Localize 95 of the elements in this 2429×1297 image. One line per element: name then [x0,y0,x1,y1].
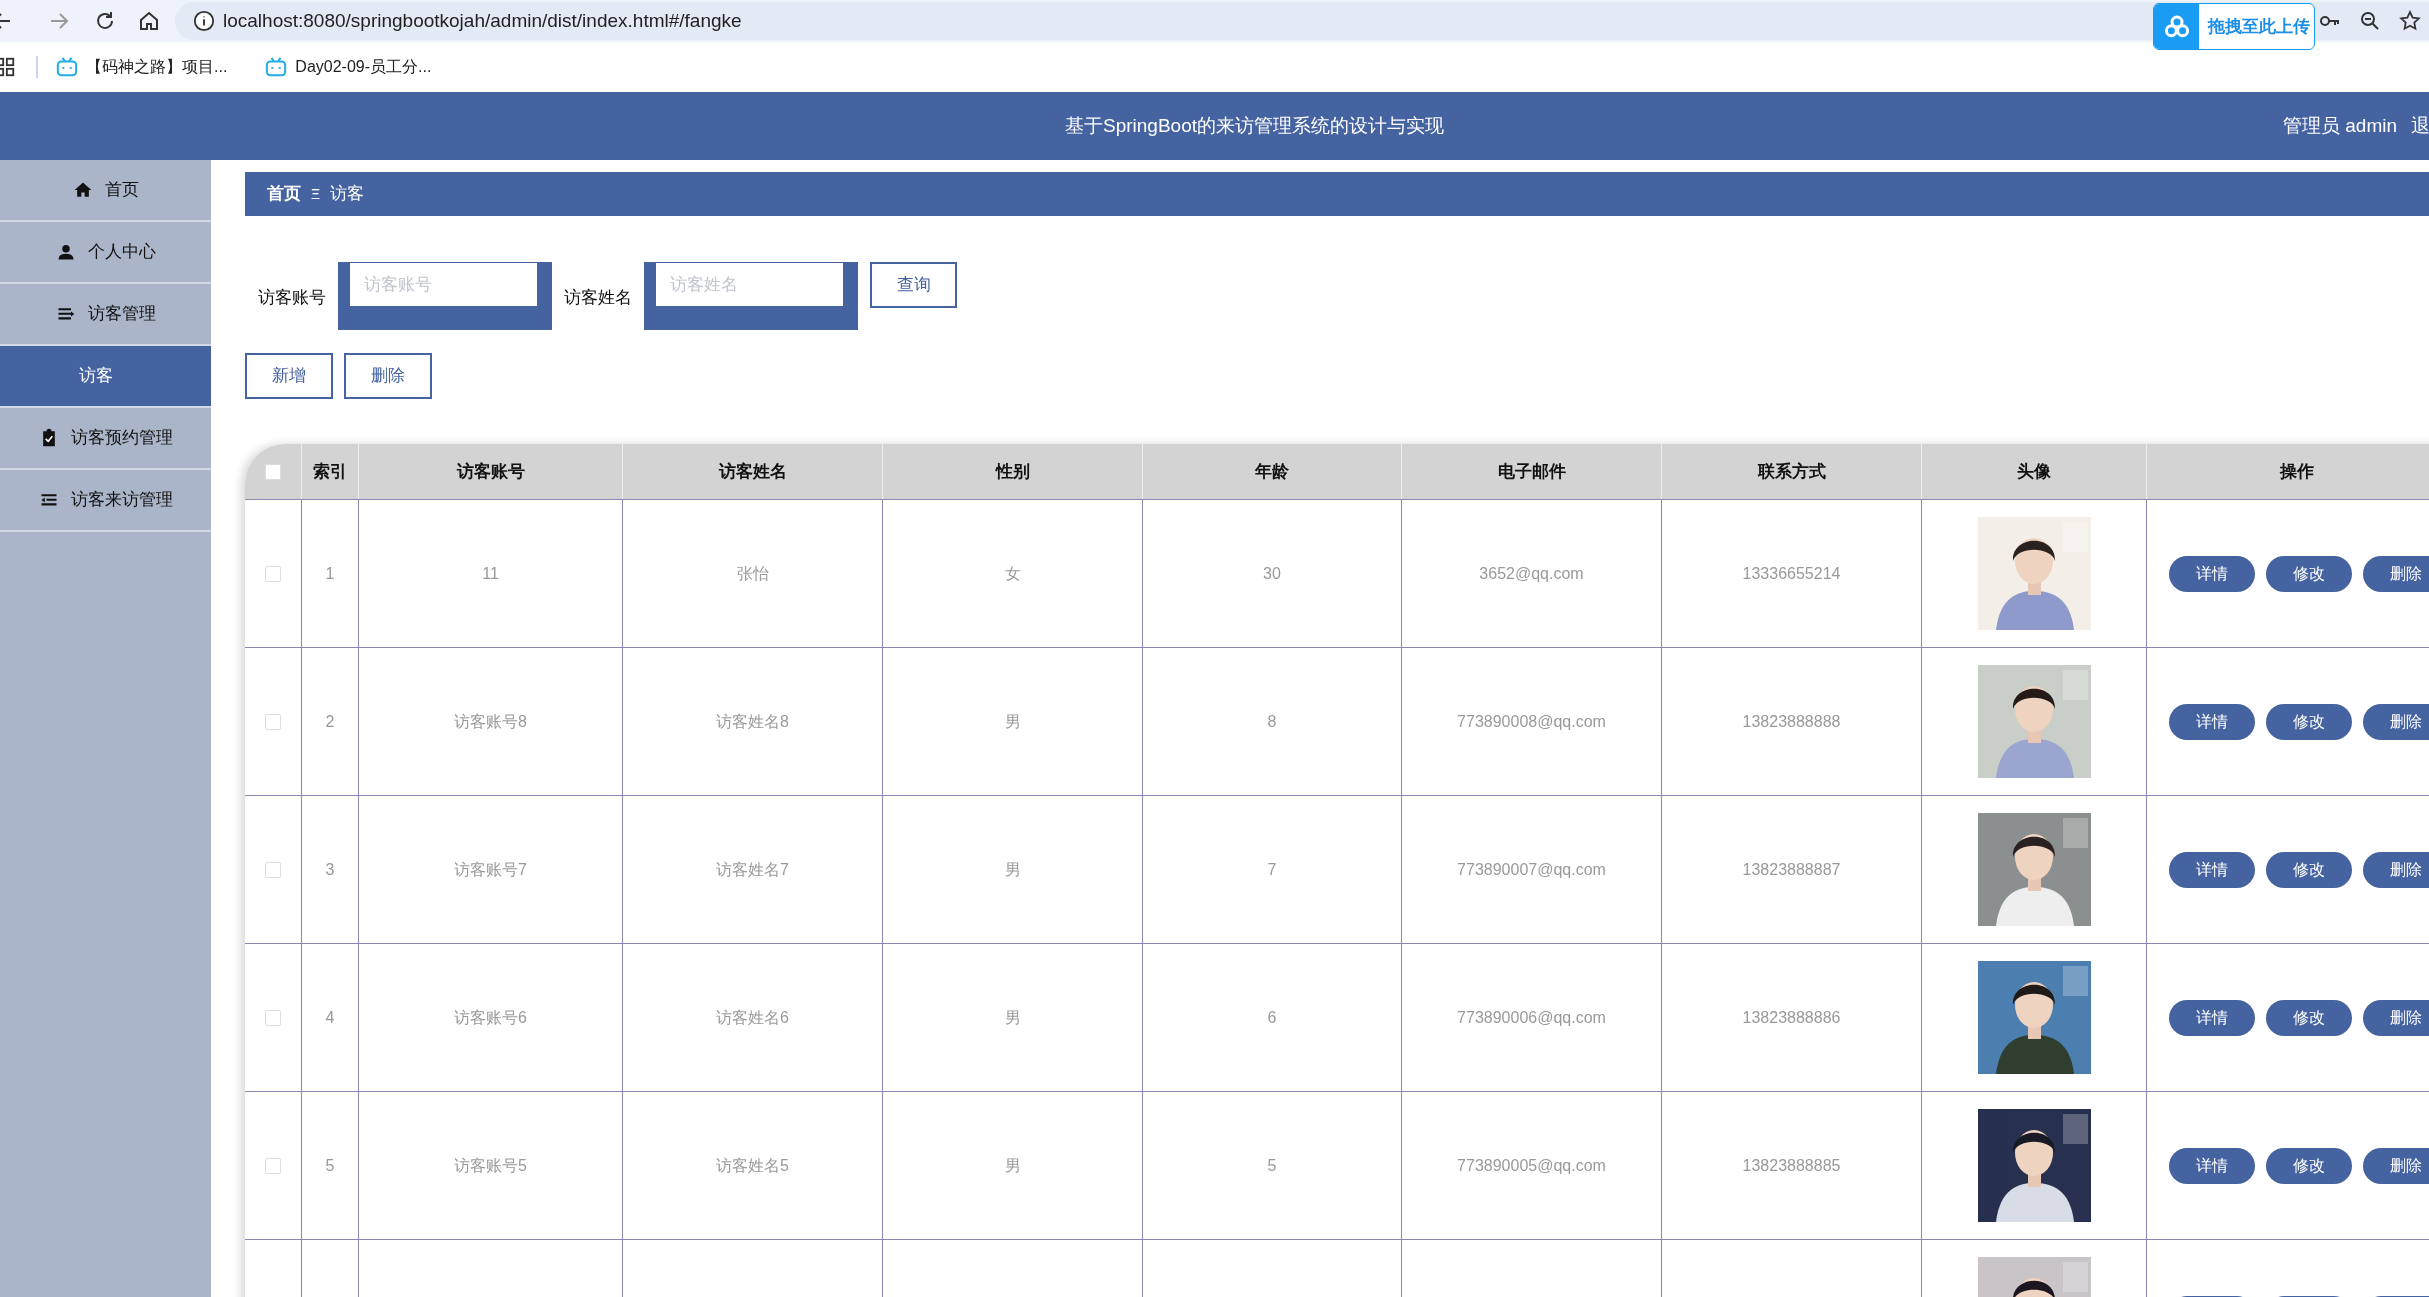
table-cell-text: 访客姓名8 [716,711,789,732]
table-cell-text: 男 [1004,1155,1021,1176]
row-checkbox[interactable] [265,565,281,582]
home-icon [72,180,93,200]
table-cell-text: 访客账号5 [454,1155,527,1176]
row-checkbox[interactable] [265,1009,281,1026]
table-cell-text: 女 [1004,563,1021,584]
table-cell-text: 男 [1004,711,1021,732]
field-label: 访客姓名 [564,287,632,309]
sidebar-item[interactable]: 访客预约管理 [0,408,211,470]
table-cell-text: 访客账号7 [454,859,527,880]
column-header: 头像 [2017,460,2051,483]
table-cell-text: 13823888887 [1742,859,1841,880]
delete-row-button[interactable]: 删除 [2363,851,2429,888]
edit-button[interactable]: 修改 [2266,703,2352,740]
search-field[interactable]: 访客姓名 [644,262,858,330]
column-header: 操作 [2279,460,2314,483]
detail-button[interactable]: 详情 [2169,999,2255,1036]
edit-button[interactable]: 修改 [2266,851,2352,888]
edit-button[interactable]: 修改 [2266,1147,2352,1184]
apps-grid-icon[interactable] [0,56,16,78]
star-icon[interactable] [2398,9,2422,33]
table-cell-text: 7 [1267,859,1277,880]
table-cell-text: 773890008@qq.com [1457,711,1606,732]
index-cell-text: 3 [325,859,335,880]
table-cell-text: 13823888885 [1742,1155,1841,1176]
delete-row-button[interactable]: 删除 [2363,555,2429,592]
detail-button[interactable]: 详情 [2169,851,2255,888]
column-header: 访客姓名 [718,460,787,483]
upload-widget[interactable]: 拖拽至此上传 [2153,3,2315,50]
table-cell-text: 11 [482,563,499,584]
bookmark[interactable]: 【码神之路】项目... [56,55,228,79]
edit-button[interactable]: 修改 [2266,999,2352,1036]
breadcrumb-home-link[interactable]: 首页 [267,181,301,207]
breadcrumb-current: 访客 [330,183,365,206]
row-checkbox[interactable] [265,861,281,878]
breadcrumb-separator: Ξ [311,184,321,204]
index-cell-text: 5 [325,1155,335,1176]
table-cell-text: 6 [1267,1007,1277,1028]
table-cell-text: 访客姓名5 [716,1155,789,1176]
tv-icon [265,56,288,78]
person-icon [55,242,76,262]
delete-row-button[interactable]: 删除 [2363,1147,2429,1184]
table-cell-text: 773890005@qq.com [1457,1155,1606,1176]
table-cell-text: 访客姓名7 [716,859,789,880]
url-text: localhost:8080/springbootkojah/admin/dist/index.html#/fangke [223,8,742,33]
column-header: 联系方式 [1757,460,1826,483]
index-cell-text: 4 [325,1007,335,1028]
table-cell-text: 773890007@qq.com [1457,859,1606,880]
table-cell-text: 13823888888 [1742,711,1841,732]
admin-user-label: 管理员 admin [2283,113,2397,138]
tv-icon [56,56,78,78]
column-header: 电子邮件 [1497,460,1566,483]
home-icon[interactable] [137,9,161,33]
app-title: 基于SpringBoot的来访管理系统的设计与实现 [1065,113,1444,138]
table-cell-text: 13823888886 [1742,1007,1841,1028]
column-header: 索引 [313,460,347,483]
delete-button[interactable]: 删除 [344,353,432,399]
table-cell-text: 5 [1267,1155,1277,1176]
column-header: 年龄 [1255,460,1289,483]
table-cell-text: 30 [1263,563,1281,584]
delete-row-button[interactable]: 删除 [2363,999,2429,1036]
bookmark[interactable]: Day02-09-员工分... [265,55,432,79]
column-header: 访客账号 [456,460,525,483]
search-field[interactable]: 访客账号 [338,262,552,330]
edit-button[interactable]: 修改 [2266,555,2352,592]
sidebar-item[interactable]: 访客 [0,346,211,408]
logout-link[interactable]: 退 [2411,111,2429,141]
detail-button[interactable]: 详情 [2169,1147,2255,1184]
sidebar-item[interactable]: 个人中心 [0,222,211,284]
field-label: 访客账号 [258,287,326,309]
index-cell-text: 1 [325,563,335,584]
table-cell-text: 3652@qq.com [1479,563,1584,584]
row-checkbox[interactable] [265,1157,281,1174]
table-cell-text: 男 [1004,859,1021,880]
sidebar-item[interactable]: 首页 [0,160,211,222]
table-cell-text: 男 [1004,1007,1021,1028]
table-cell-text: 访客账号6 [454,1007,527,1028]
column-header: 性别 [995,460,1030,483]
info-icon [193,10,215,32]
sidebar-item[interactable]: 访客来访管理 [0,470,211,532]
table-cell-text: 访客账号8 [454,711,527,732]
table-cell-text: 773890006@qq.com [1457,1007,1606,1028]
table-cell-text: 张怡 [736,563,769,584]
delete-row-button[interactable]: 删除 [2363,703,2429,740]
index-cell-text: 2 [325,711,335,732]
select-all-checkbox[interactable] [265,463,281,480]
detail-button[interactable]: 详情 [2169,703,2255,740]
table-cell-text: 13336655214 [1742,563,1841,584]
table-cell-text: 8 [1267,711,1277,732]
row-checkbox[interactable] [265,713,281,730]
table-cell-text: 访客姓名6 [716,1007,789,1028]
query-button[interactable]: 查询 [870,262,957,308]
add-button[interactable]: 新增 [245,353,333,399]
detail-button[interactable]: 详情 [2169,555,2255,592]
